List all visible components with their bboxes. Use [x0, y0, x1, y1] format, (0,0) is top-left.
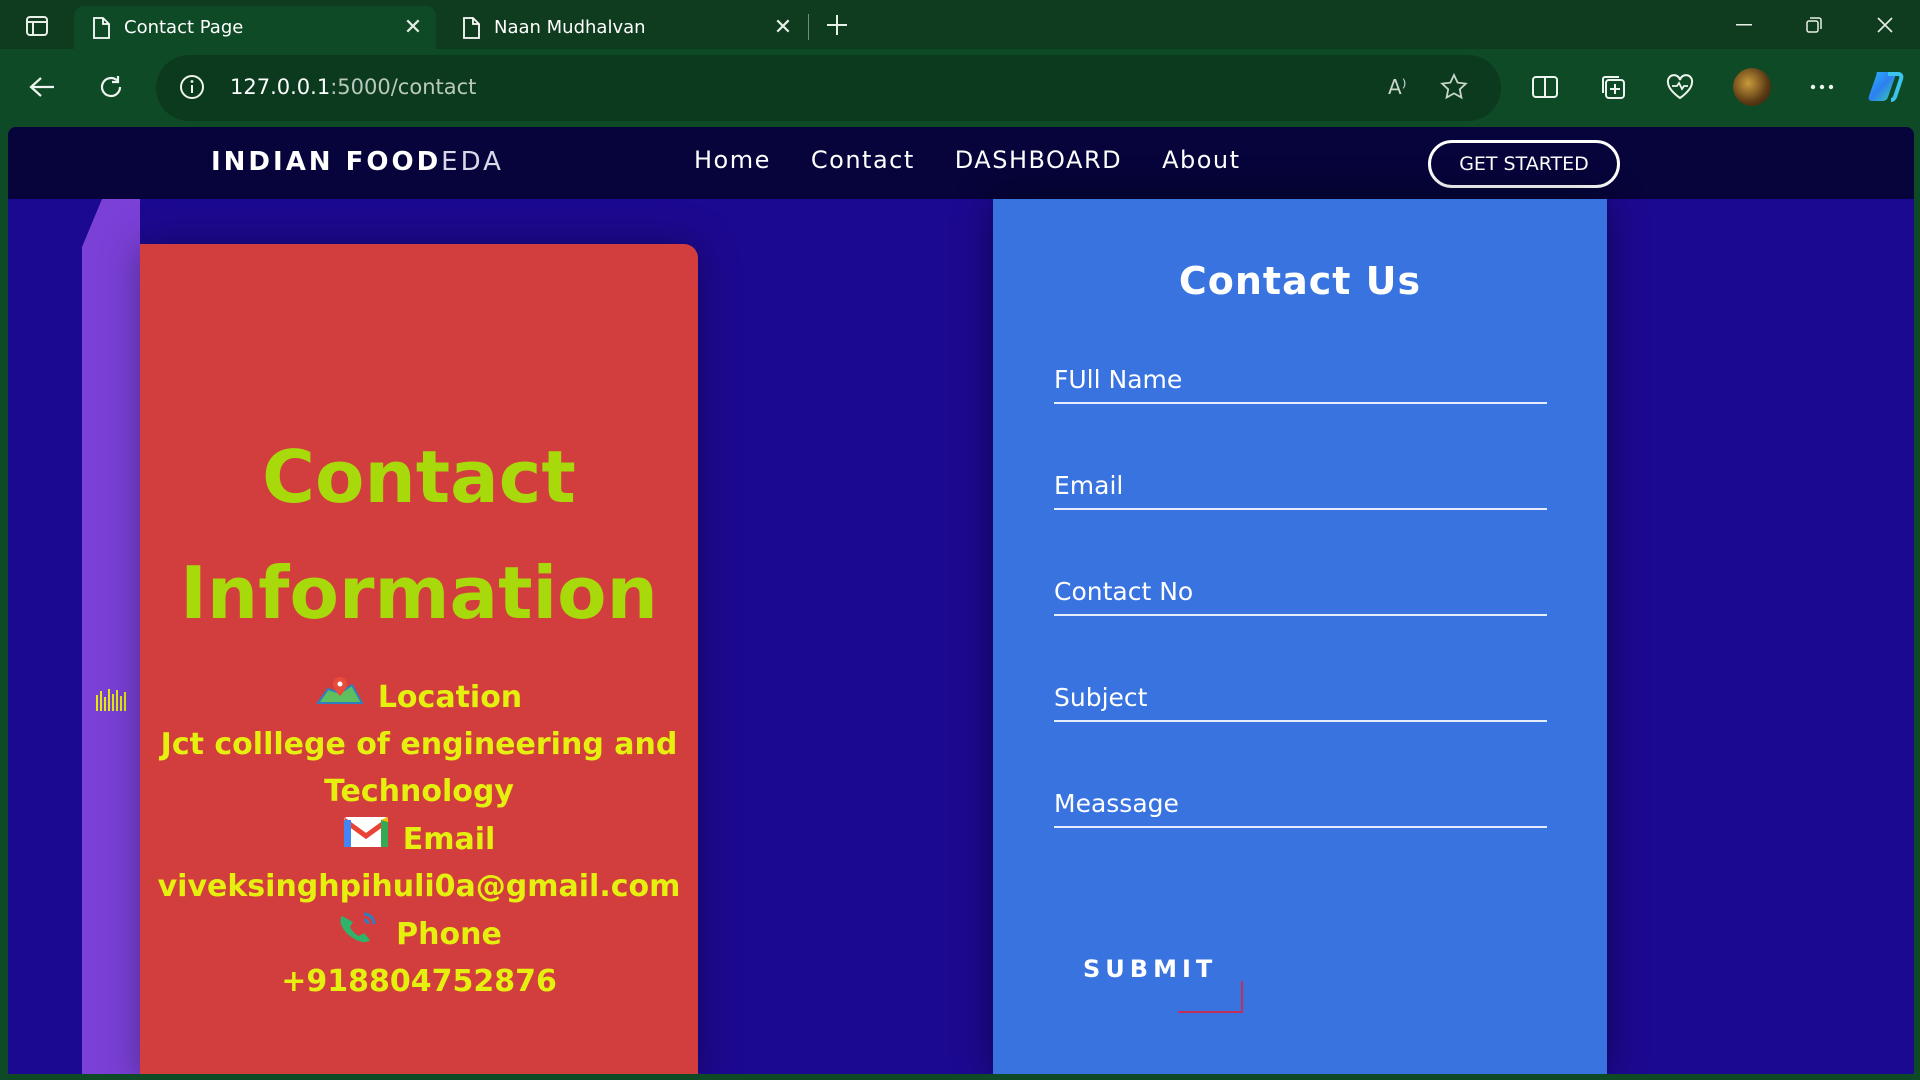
tab-actions-icon[interactable] — [18, 11, 56, 41]
submit-underline-decoration — [1178, 981, 1243, 1013]
gmail-icon — [342, 815, 390, 863]
restore-icon[interactable] — [1779, 0, 1849, 49]
read-aloud-icon[interactable]: A⁾ — [1388, 75, 1407, 99]
contact-form-title: Contact Us — [1178, 259, 1422, 303]
brand-bold: INDIAN FOOD — [211, 147, 442, 177]
tab-contact-page[interactable]: Contact Page ✕ — [74, 6, 436, 49]
minimize-icon[interactable] — [1709, 0, 1779, 49]
favorite-star-icon[interactable] — [1440, 72, 1468, 105]
subject-input[interactable] — [1054, 683, 1547, 712]
tab-bar: Contact Page ✕ Naan Mudhalvan ✕ — [0, 0, 1920, 49]
site-info-icon[interactable] — [178, 73, 206, 105]
message-field — [1054, 768, 1547, 828]
heading-line-1: Contact — [262, 435, 576, 519]
more-options-icon[interactable] — [1800, 65, 1844, 109]
close-icon[interactable]: ✕ — [398, 13, 428, 43]
tab-title: Naan Mudhalvan — [494, 17, 646, 38]
email-field — [1054, 450, 1547, 510]
new-tab-icon[interactable] — [820, 10, 854, 40]
address-bar[interactable]: 127.0.0.1:5000/contact A⁾ — [156, 55, 1501, 121]
back-icon[interactable] — [20, 65, 64, 109]
message-input[interactable] — [1054, 789, 1547, 818]
get-started-button[interactable]: GET STARTED — [1428, 140, 1620, 188]
collections-icon[interactable] — [1591, 65, 1635, 109]
nav-links: Home Contact DASHBOARD About — [694, 146, 1241, 174]
contact-info-card: Contact Information Location Jct collleg… — [140, 244, 698, 1074]
page-icon — [462, 16, 480, 39]
url-text: 127.0.0.1:5000/contact — [230, 75, 476, 99]
contact-details: Location Jct colllege of engineering and… — [120, 674, 718, 1005]
contact-form-card: Contact Us SUBMIT — [993, 199, 1607, 1074]
brand-light: EDA — [441, 147, 504, 177]
tab-title: Contact Page — [124, 17, 244, 38]
close-icon[interactable]: ✕ — [768, 13, 798, 43]
submit-button[interactable]: SUBMIT — [1083, 955, 1217, 983]
location-label: Location — [377, 680, 523, 715]
email-input[interactable] — [1054, 471, 1547, 500]
browser-essentials-icon[interactable] — [1658, 65, 1702, 109]
page-viewport: INDIAN FOODEDA Home Contact DASHBOARD Ab… — [8, 127, 1914, 1074]
phone-label: Phone — [396, 916, 502, 952]
heading-line-2: Information — [180, 551, 658, 635]
full-name-input[interactable] — [1054, 365, 1547, 394]
url-path: :5000/contact — [330, 75, 477, 99]
refresh-icon[interactable] — [89, 65, 133, 109]
email-row: Email — [120, 815, 718, 863]
url-host: 127.0.0.1 — [230, 75, 331, 99]
contact-no-field — [1054, 556, 1547, 616]
copilot-icon[interactable] — [1866, 68, 1906, 104]
nav-home[interactable]: Home — [694, 146, 771, 174]
contact-no-input[interactable] — [1054, 577, 1547, 606]
site-navbar: INDIAN FOODEDA Home Contact DASHBOARD Ab… — [8, 127, 1914, 199]
location-value: Jct colllege of engineering and Technolo… — [160, 727, 678, 809]
profile-avatar[interactable] — [1733, 68, 1771, 106]
subject-field — [1054, 662, 1547, 722]
full-name-field — [1054, 344, 1547, 404]
location-row: Location — [120, 674, 718, 721]
split-screen-icon[interactable] — [1523, 65, 1567, 109]
phone-row: Phone — [120, 910, 718, 958]
brand-logo[interactable]: INDIAN FOODEDA — [211, 147, 504, 177]
email-value[interactable]: viveksinghpihuli0a@gmail.com — [120, 863, 718, 910]
nav-about[interactable]: About — [1162, 146, 1240, 174]
phone-icon — [336, 910, 382, 958]
nav-contact[interactable]: Contact — [811, 146, 915, 174]
nav-dashboard[interactable]: DASHBOARD — [955, 146, 1122, 174]
close-window-icon[interactable] — [1850, 0, 1920, 49]
email-label: Email — [402, 821, 496, 857]
map-icon — [315, 674, 364, 721]
tab-divider — [808, 14, 809, 40]
page-icon — [92, 16, 110, 39]
contact-info-heading: Contact Information — [140, 419, 698, 651]
tab-naan-mudhalvan[interactable]: Naan Mudhalvan ✕ — [444, 6, 806, 49]
phone-value[interactable]: +918804752876 — [120, 958, 718, 1005]
